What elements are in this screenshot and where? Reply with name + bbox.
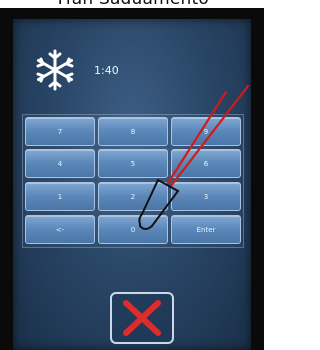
key-7[interactable]: 7 (25, 117, 95, 146)
key-2[interactable]: 2 (98, 182, 168, 211)
key-3[interactable]: 3 (171, 182, 241, 211)
device-bezel: 1:40 7 8 9 4 5 6 1 2 3 <- 0 Enter (0, 8, 264, 350)
key-4[interactable]: 4 (25, 149, 95, 178)
close-icon (123, 300, 161, 336)
touch-screen: 1:40 7 8 9 4 5 6 1 2 3 <- 0 Enter (13, 19, 251, 350)
key-9[interactable]: 9 (171, 117, 241, 146)
key-1[interactable]: 1 (25, 182, 95, 211)
snowflake-icon (36, 49, 74, 91)
key-enter[interactable]: Enter (171, 215, 241, 244)
key-0[interactable]: 0 (98, 215, 168, 244)
key-6[interactable]: 6 (171, 149, 241, 178)
timer-display: 1:40 (94, 64, 119, 77)
close-button[interactable] (110, 292, 174, 344)
keypad: 7 8 9 4 5 6 1 2 3 <- 0 Enter (22, 114, 244, 248)
key-backspace[interactable]: <- (25, 215, 95, 244)
key-8[interactable]: 8 (98, 117, 168, 146)
key-5[interactable]: 5 (98, 149, 168, 178)
